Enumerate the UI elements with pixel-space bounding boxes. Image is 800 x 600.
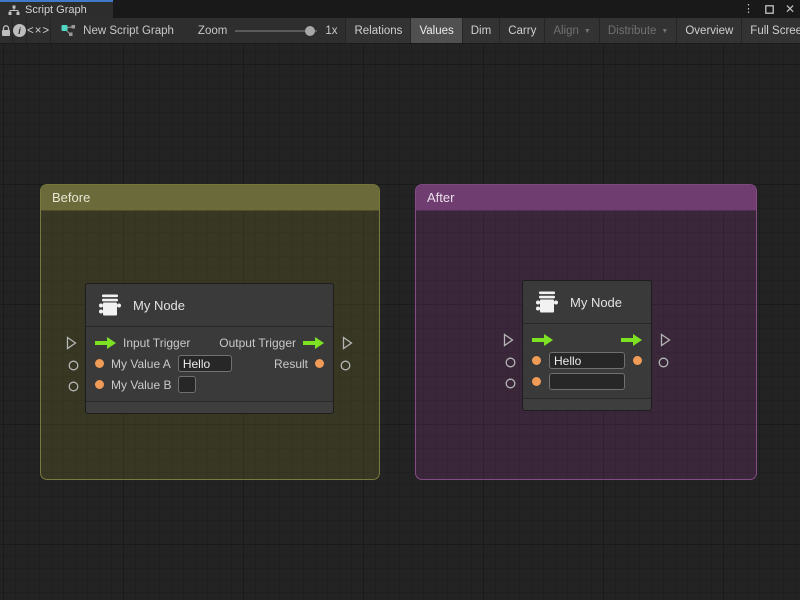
fullscreen-button[interactable]: Full Screen (741, 18, 800, 43)
input-trigger-port-icon[interactable] (532, 334, 553, 346)
code-view-button[interactable]: <×> (27, 18, 51, 43)
value-a-input[interactable] (549, 352, 625, 369)
output-trigger-label: Output Trigger (219, 336, 296, 350)
port-row-value-a (523, 350, 651, 371)
script-graph-asset-icon (61, 24, 76, 37)
value-b-input[interactable] (178, 376, 196, 393)
ext-output-trigger-port[interactable] (660, 333, 671, 347)
port-row-trigger: Input Trigger Output Trigger (86, 332, 333, 353)
group-before-header[interactable]: Before (41, 185, 379, 211)
graph-reference[interactable]: New Script Graph (51, 18, 186, 43)
values-button[interactable]: Values (410, 18, 461, 43)
graph-toolbar: i <×> New Script Graph Zoom 1x Relations… (0, 18, 800, 44)
overview-label: Overview (685, 25, 733, 37)
node-after-body (523, 324, 651, 396)
dim-button[interactable]: Dim (462, 18, 499, 43)
zoom-slider[interactable] (235, 26, 317, 36)
tab-title: Script Graph (25, 4, 87, 16)
value-b-port-icon[interactable] (532, 377, 541, 386)
ext-result-port[interactable] (340, 360, 351, 371)
port-row-value-b (523, 371, 651, 392)
info-icon: i (13, 24, 26, 37)
ext-value-a-port[interactable] (68, 360, 79, 371)
node-before[interactable]: My Node Input Trigger Output Trigger (85, 283, 334, 414)
graph-name-label: New Script Graph (83, 25, 174, 37)
menu-icon[interactable]: ⋮ (743, 4, 754, 15)
distribute-dropdown[interactable]: Distribute ▼ (599, 18, 677, 43)
ext-value-b-port[interactable] (68, 381, 79, 392)
tab-bar: Script Graph ⋮ ✕ (0, 0, 800, 18)
chevron-down-icon: ▼ (661, 28, 668, 35)
value-a-label: My Value A (111, 357, 171, 371)
relations-label: Relations (354, 25, 402, 37)
value-b-input[interactable] (549, 373, 625, 390)
script-graph-window: Script Graph ⋮ ✕ i <×> (0, 0, 800, 600)
graph-hierarchy-icon (8, 5, 20, 16)
ext-value-a-port[interactable] (505, 357, 516, 368)
node-after[interactable]: My Node (522, 280, 652, 411)
result-port-icon[interactable] (633, 356, 642, 365)
input-trigger-port-icon[interactable] (95, 337, 116, 349)
unit-icon (534, 289, 560, 315)
output-trigger-port-icon[interactable] (303, 337, 324, 349)
node-title: My Node (133, 298, 185, 313)
value-b-label: My Value B (111, 378, 171, 392)
ext-value-b-port[interactable] (505, 378, 516, 389)
result-port-icon[interactable] (315, 359, 324, 368)
value-a-port-icon[interactable] (95, 359, 104, 368)
tab-script-graph[interactable]: Script Graph (0, 0, 113, 18)
dim-label: Dim (471, 25, 491, 37)
node-after-footer (523, 398, 651, 410)
node-title: My Node (570, 295, 622, 310)
close-icon[interactable]: ✕ (785, 3, 795, 15)
node-before-body: Input Trigger Output Trigger My Value A (86, 327, 333, 399)
ext-input-trigger-port[interactable] (66, 336, 77, 350)
graph-canvas[interactable]: Before After My Node (0, 44, 800, 600)
ext-result-port[interactable] (658, 357, 669, 368)
chevron-down-icon: ▼ (584, 28, 591, 35)
maximize-icon[interactable] (765, 5, 774, 14)
align-dropdown[interactable]: Align ▼ (544, 18, 599, 43)
group-after-header[interactable]: After (416, 185, 756, 211)
value-a-input[interactable] (178, 355, 232, 372)
lock-icon (0, 24, 12, 37)
node-before-footer (86, 401, 333, 413)
distribute-label: Distribute (608, 25, 657, 37)
window-controls: ⋮ ✕ (743, 0, 795, 18)
fullscreen-label: Full Screen (750, 25, 800, 37)
node-before-header[interactable]: My Node (86, 284, 333, 327)
align-label: Align (553, 25, 579, 37)
carry-label: Carry (508, 25, 536, 37)
unit-icon (97, 292, 123, 318)
overview-button[interactable]: Overview (676, 18, 741, 43)
ext-output-trigger-port[interactable] (342, 336, 353, 350)
code-icon: <×> (27, 25, 50, 37)
zoom-value: 1x (325, 25, 337, 37)
lock-button[interactable] (0, 18, 13, 43)
port-row-value-a: My Value A Result (86, 353, 333, 374)
value-a-port-icon[interactable] (532, 356, 541, 365)
group-before-label: Before (52, 190, 90, 205)
group-after-label: After (427, 190, 454, 205)
node-after-header[interactable]: My Node (523, 281, 651, 324)
zoom-slider-handle[interactable] (305, 26, 315, 36)
result-label: Result (274, 357, 308, 371)
toolbar-buttons: Relations Values Dim Carry Align ▼ Distr… (345, 18, 800, 43)
inspect-button[interactable]: i (13, 18, 27, 43)
output-trigger-port-icon[interactable] (621, 334, 642, 346)
input-trigger-label: Input Trigger (123, 336, 190, 350)
value-b-port-icon[interactable] (95, 380, 104, 389)
zoom-control: Zoom 1x (186, 18, 346, 43)
zoom-label: Zoom (198, 25, 227, 37)
port-row-trigger (523, 329, 651, 350)
ext-input-trigger-port[interactable] (503, 333, 514, 347)
values-label: Values (419, 25, 453, 37)
carry-button[interactable]: Carry (499, 18, 544, 43)
relations-button[interactable]: Relations (345, 18, 410, 43)
port-row-value-b: My Value B (86, 374, 333, 395)
